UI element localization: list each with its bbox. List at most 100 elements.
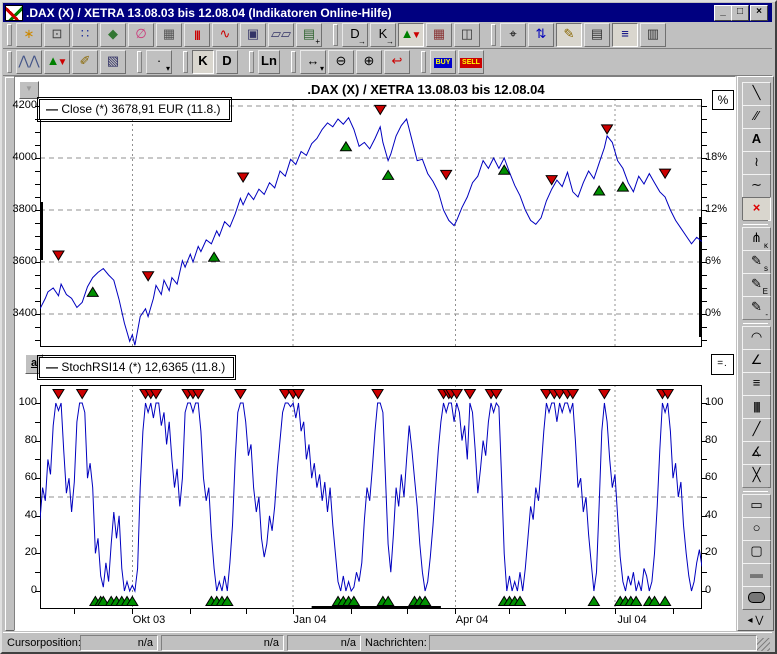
minimize-button[interactable]: _	[714, 5, 732, 21]
stoch-ytick-label: 0	[705, 584, 711, 596]
new-chart-icon[interactable]: ∗	[16, 23, 42, 47]
gann-e-tool[interactable]: ✎E	[742, 273, 771, 297]
toolbar-separator	[743, 487, 768, 492]
toolbar-grip[interactable]	[333, 24, 338, 46]
delete-tool-glyph: ×	[753, 200, 761, 215]
panel-options-button[interactable]: =.	[711, 354, 734, 375]
indicator-list-icon[interactable]: ≡	[612, 23, 638, 47]
speed-lines-tool[interactable]: ∡	[742, 441, 771, 465]
pitchfork-tool[interactable]: ⋔ᴋ	[742, 227, 771, 251]
scatter-icon[interactable]: ∷	[72, 23, 98, 47]
gann-line-tool-glyph: ✎	[751, 299, 762, 314]
axis-tick	[35, 249, 40, 250]
d-chart-icon[interactable]: D→	[342, 23, 368, 47]
zoom-reset-icon[interactable]: ↩	[384, 50, 410, 74]
stochrsi-legend[interactable]: — StochRSI14 (*) 12,6365 (11.8.)	[39, 357, 234, 378]
hscale-dropdown[interactable]: ↔▾	[300, 50, 326, 74]
price-legend[interactable]: — Close (*) 3678,91 EUR (11.8.)	[39, 99, 230, 120]
text-tool[interactable]: A	[742, 128, 771, 152]
stochrsi-plot[interactable]	[40, 385, 702, 609]
axis-tick	[702, 301, 707, 302]
properties-icon[interactable]: ▧	[100, 50, 126, 74]
gann-line-tool[interactable]: ✎-	[742, 296, 771, 320]
stoch-ytick-label: 0	[7, 584, 37, 596]
axis-tick	[35, 275, 40, 276]
filled-rect-tool[interactable]: ▬	[742, 563, 771, 587]
ellipse-tool-glyph: ○	[753, 520, 761, 535]
zoom-in-icon[interactable]: ⊕	[356, 50, 382, 74]
grid-chart-icon[interactable]: ▦	[426, 23, 452, 47]
fib-timezones-tool[interactable]: |||	[742, 395, 771, 419]
zigzag-tool[interactable]: ≀	[742, 151, 771, 175]
price-ytick-label: 4000	[7, 151, 37, 163]
zoom-out-icon[interactable]: ⊖	[328, 50, 354, 74]
image-add-icon[interactable]: ▤+	[296, 23, 322, 47]
price-plot[interactable]	[40, 99, 702, 347]
gann-s-tool[interactable]: ✎s	[742, 250, 771, 274]
fib-arcs-tool[interactable]: ◠	[742, 326, 771, 350]
toolbar-grip[interactable]	[249, 51, 254, 73]
parallel-lines-tool[interactable]: ∕∕	[742, 105, 771, 129]
month-tick	[509, 609, 510, 614]
split-chart-icon[interactable]: ◫	[454, 23, 480, 47]
histogram-icon[interactable]: |||	[184, 23, 210, 47]
titlebar[interactable]: .DAX (X) / XETRA 13.08.03 bis 12.08.04 (…	[3, 3, 772, 22]
axis-tick	[702, 119, 707, 120]
rounded-rect-tool[interactable]: ▢	[742, 540, 771, 564]
notes-icon[interactable]: ▤	[584, 23, 610, 47]
maximize-button[interactable]: □	[731, 5, 749, 21]
window-title: .DAX (X) / XETRA 13.08.03 bis 12.08.04 (…	[26, 6, 392, 20]
properties-icon-glyph: ▧	[107, 53, 119, 68]
disable-icon[interactable]: ∅	[128, 23, 154, 47]
filled-rounded-rect-tool[interactable]	[742, 586, 771, 610]
draw-pencil-icon[interactable]: ✎	[556, 23, 582, 47]
toolbar-grip[interactable]	[421, 51, 426, 73]
buy-button[interactable]: BUY	[430, 50, 456, 74]
arrow-signals-icon[interactable]: ▲▼	[44, 50, 70, 74]
collapse-button[interactable]: ▼	[19, 81, 39, 99]
toolbar-grip[interactable]	[183, 51, 188, 73]
rectangle-tool[interactable]: ▭	[742, 494, 771, 518]
copy-chart-icon[interactable]: ⊡	[44, 23, 70, 47]
close-button[interactable]: ×	[750, 5, 768, 21]
stoch-ytick-label: 100	[7, 396, 37, 408]
toolbar-grip[interactable]	[7, 51, 12, 73]
edit-pencil-icon[interactable]: ✐	[72, 50, 98, 74]
gann-grid-tool[interactable]: ╳	[742, 464, 771, 488]
axis-tick	[35, 327, 40, 328]
data-table-icon[interactable]: ▦	[156, 23, 182, 47]
delete-tool[interactable]: ×	[742, 197, 771, 221]
toolbar-grip[interactable]	[491, 24, 496, 46]
depot-button[interactable]: D	[216, 50, 238, 74]
ellipse-tool[interactable]: ○	[742, 517, 771, 541]
toolbar-grip[interactable]	[7, 24, 12, 46]
resize-grip[interactable]	[757, 638, 770, 651]
toolbar-grip[interactable]	[291, 51, 296, 73]
line-chart-icon[interactable]: ∿	[212, 23, 238, 47]
k-chart-icon[interactable]: K→	[370, 23, 396, 47]
ln-scale-button[interactable]: Ln	[258, 50, 280, 74]
kurs-button[interactable]: K	[192, 50, 214, 74]
zoom-out-icon-glyph: ⊖	[336, 53, 347, 68]
fib-retracement-tool[interactable]: ≡	[742, 372, 771, 396]
percent-scale-box[interactable]: %	[712, 90, 734, 110]
axis-tick	[702, 106, 707, 107]
objects-icon[interactable]: ◆	[100, 23, 126, 47]
trendline-tool[interactable]: ╲	[742, 82, 771, 106]
toolbar-group: KD	[179, 50, 239, 74]
axis-tick	[35, 553, 40, 554]
trend-segment-tool[interactable]: ╱	[742, 418, 771, 442]
sell-button[interactable]: SELL	[458, 50, 484, 74]
chart-window-icon[interactable]: ▣	[240, 23, 266, 47]
layout-icon[interactable]: ▥	[640, 23, 666, 47]
crosshair-icon[interactable]: ⌖	[500, 23, 526, 47]
zigzag-mountain-icon[interactable]: ⋀⋀	[16, 50, 42, 74]
cascade-windows-icon[interactable]: ▱▱	[268, 23, 294, 47]
toolbar-scroll-arrows[interactable]: ◂ ⋁	[742, 615, 769, 626]
signals-icon[interactable]: ▲▼	[398, 23, 424, 47]
linewidth-dropdown[interactable]: ·▾	[146, 50, 172, 74]
sort-arrows-icon[interactable]: ⇅	[528, 23, 554, 47]
wave-tool[interactable]: ∼	[742, 174, 771, 198]
fib-fan-tool[interactable]: ∠	[742, 349, 771, 373]
toolbar-grip[interactable]	[137, 51, 142, 73]
